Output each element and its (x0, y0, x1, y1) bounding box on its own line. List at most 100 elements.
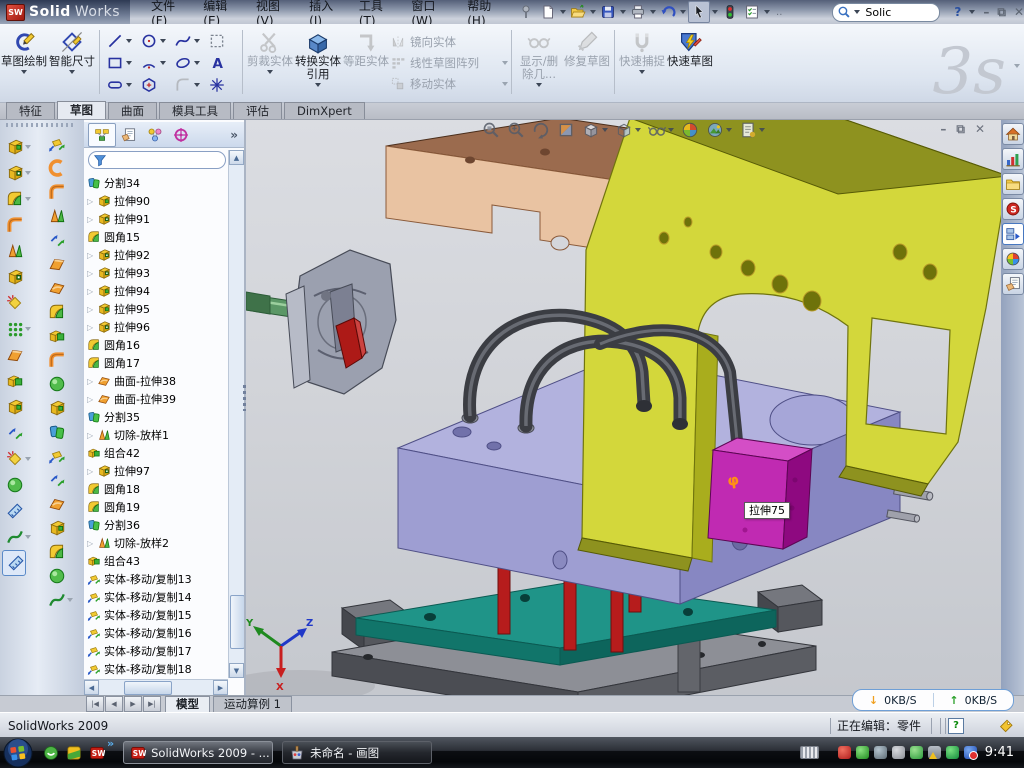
tray-icon[interactable] (892, 746, 905, 759)
sketch-entity-dropdown[interactable] (160, 61, 166, 65)
study-nav-button[interactable]: ▶| (143, 696, 161, 712)
feature-tree-item[interactable]: ▷ 拉伸97 (84, 462, 228, 480)
sketch-entity-button[interactable] (103, 52, 137, 74)
ribbon-big-button[interactable]: 转换实体引用 (294, 28, 342, 96)
sketch-entity-dropdown[interactable] (126, 39, 132, 43)
sketch-entity-button[interactable] (171, 30, 205, 52)
feature-tool-button[interactable] (2, 290, 24, 316)
feature-tool-button[interactable] (2, 498, 24, 524)
feature-tree-item[interactable]: ▷ 拉伸94 (84, 282, 228, 300)
study-tab[interactable]: 模型 (165, 696, 210, 713)
command-tab[interactable]: 曲面 (108, 102, 157, 119)
expand-arrow-icon[interactable]: ▷ (87, 395, 97, 404)
tag-icon[interactable] (998, 718, 1014, 734)
tray-icon[interactable] (946, 746, 959, 759)
surface-tool-button[interactable] (44, 372, 66, 396)
interference-check-button[interactable] (720, 2, 740, 22)
task-pane-button[interactable] (1002, 223, 1024, 245)
view-tool-button[interactable] (615, 121, 641, 139)
task-pane-button[interactable] (1002, 273, 1024, 295)
tray-icon[interactable] (964, 746, 977, 759)
surface-tool-button[interactable] (44, 228, 66, 252)
toolbar-grip[interactable] (6, 123, 76, 127)
view-tool-dropdown[interactable] (759, 128, 765, 132)
feature-tool-button[interactable] (2, 446, 31, 472)
property-manager-tab[interactable] (116, 124, 142, 146)
feature-tree-item[interactable]: 实体-移动/复制13 (84, 570, 228, 588)
feature-tree-item[interactable]: ▷ 曲面-拉伸39 (84, 390, 228, 408)
feature-tool-dropdown[interactable] (25, 327, 31, 331)
ribbon-big-button[interactable]: 智能尺寸 (48, 28, 96, 96)
ribbon-row-dropdown[interactable] (502, 82, 508, 86)
scroll-right-arrow[interactable]: ▶ (213, 680, 228, 695)
study-nav-button[interactable]: |◀ (86, 696, 104, 712)
part-slider-block[interactable]: φ (708, 438, 812, 549)
surface-tool-button[interactable] (44, 444, 66, 468)
feature-tree-item[interactable]: 分割34 (84, 174, 228, 192)
ribbon-row-button[interactable]: 线性草图阵列 (390, 52, 508, 73)
surface-tool-button[interactable] (44, 348, 66, 372)
sketch-entity-dropdown[interactable] (194, 83, 200, 87)
sketch-entity-button[interactable] (171, 52, 205, 74)
feature-tree-item[interactable]: ▷ 拉伸93 (84, 264, 228, 282)
sketch-entity-button[interactable] (205, 74, 239, 96)
quick-launch-icon[interactable] (89, 745, 105, 761)
feature-tree-item[interactable]: ▷ 拉伸95 (84, 300, 228, 318)
new-file-button[interactable] (538, 2, 558, 22)
ribbon-button-dropdown[interactable] (69, 70, 75, 74)
feature-tree-item[interactable]: 实体-移动/复制14 (84, 588, 228, 606)
ribbon-row-dropdown[interactable] (502, 61, 508, 65)
ribbon-button-dropdown[interactable] (536, 83, 542, 87)
expand-arrow-icon[interactable]: ▷ (87, 215, 97, 224)
feature-tree-item[interactable]: 分割35 (84, 408, 228, 426)
expand-arrow-icon[interactable]: ▷ (87, 431, 97, 440)
scroll-up-arrow[interactable]: ▲ (229, 150, 244, 165)
feature-tool-dropdown[interactable] (25, 171, 31, 175)
feature-tool-button[interactable] (2, 420, 24, 446)
search-box[interactable] (832, 3, 940, 22)
ribbon-big-button[interactable]: 修复草图 (563, 28, 611, 96)
tray-icon[interactable] (838, 746, 851, 759)
ribbon-big-button[interactable]: 快速草图 (666, 28, 714, 96)
feature-tree-item[interactable]: 圆角19 (84, 498, 228, 516)
help-dropdown[interactable] (969, 10, 975, 14)
view-tool-dropdown[interactable] (635, 128, 641, 132)
feature-tree-item[interactable]: 组合42 (84, 444, 228, 462)
save-button[interactable] (598, 2, 618, 22)
undo-dropdown[interactable] (680, 10, 686, 14)
view-tool-button[interactable] (507, 121, 525, 139)
feature-tool-button[interactable] (2, 264, 24, 290)
dimxpert-manager-tab[interactable] (168, 124, 194, 146)
surface-tool-button[interactable] (44, 516, 66, 540)
surface-tool-button[interactable] (44, 540, 66, 564)
ribbon-row-button[interactable]: 移动实体 (390, 73, 508, 94)
feature-tool-button[interactable] (2, 394, 24, 420)
surface-tool-button[interactable] (44, 588, 73, 612)
feature-tool-button[interactable] (2, 134, 31, 160)
view-tool-button[interactable] (482, 121, 500, 139)
taskbar-clock[interactable]: 9:41 (985, 745, 1014, 760)
quick-launch-icon[interactable] (66, 745, 82, 761)
sketch-entity-button[interactable] (137, 52, 171, 74)
study-nav-button[interactable]: ▶ (124, 696, 142, 712)
doc-restore-button[interactable]: ⧉ (956, 122, 965, 137)
task-pane-button[interactable] (1002, 248, 1024, 270)
feature-tree-item[interactable]: ▷ 拉伸91 (84, 210, 228, 228)
view-tool-dropdown[interactable] (726, 128, 732, 132)
new-file-dropdown[interactable] (560, 10, 566, 14)
expand-arrow-icon[interactable]: ▷ (87, 269, 97, 278)
view-tool-dropdown[interactable] (668, 128, 674, 132)
surface-tool-button[interactable] (44, 564, 66, 588)
tree-horizontal-scrollbar[interactable]: ◀ ▶ (84, 679, 228, 695)
search-input[interactable] (863, 5, 919, 20)
ribbon-overflow-up[interactable] (1014, 64, 1020, 68)
command-tab[interactable]: 评估 (233, 102, 282, 119)
feature-tree-item[interactable]: 圆角17 (84, 354, 228, 372)
options-dropdown[interactable] (764, 10, 770, 14)
view-tool-button[interactable] (582, 121, 608, 139)
sketch-entity-dropdown[interactable] (194, 61, 200, 65)
feature-tree-item[interactable]: 分割36 (84, 516, 228, 534)
doc-minimize-button[interactable]: – (940, 122, 946, 137)
undo-button[interactable] (658, 2, 678, 22)
task-pane-button[interactable] (1002, 198, 1024, 220)
